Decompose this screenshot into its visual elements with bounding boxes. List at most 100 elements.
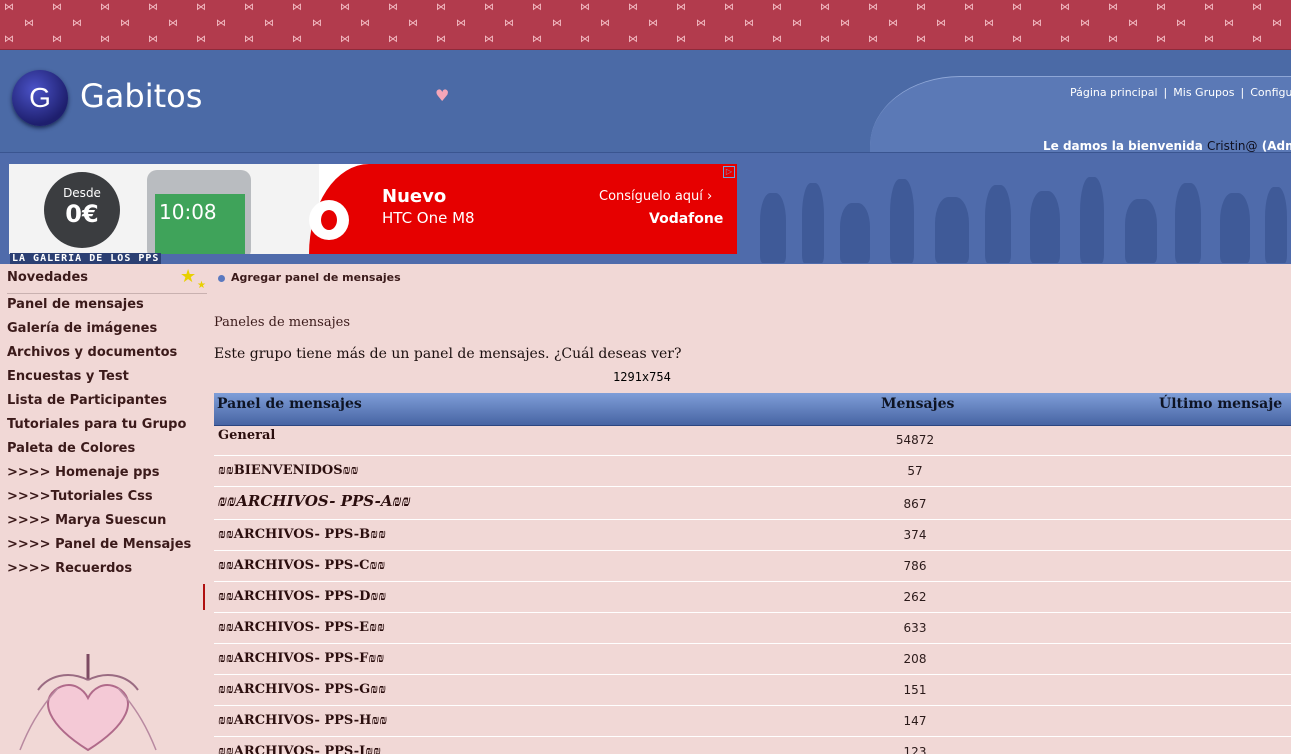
board-name-link[interactable]: ₪₪ARCHIVOS- PPS-C₪₪	[218, 557, 385, 573]
sidebar-item-galeria[interactable]: Galería de imágenes	[7, 321, 157, 336]
ribbon-bow-icon: ⋈	[120, 18, 130, 29]
table-row[interactable]: ₪₪ARCHIVOS- PPS-B₪₪ 374	[214, 520, 1291, 551]
ad-model: HTC One M8	[382, 209, 475, 227]
sidebar-title-novedades[interactable]: Novedades	[7, 270, 88, 285]
heart-icon: ♥	[435, 86, 450, 105]
ad-red-panel	[309, 164, 737, 254]
ribbon-bow-icon: ⋈	[484, 2, 494, 13]
ribbon-bow-icon: ⋈	[1080, 18, 1090, 29]
table-row[interactable]: ₪₪ARCHIVOS- PPS-F₪₪ 208	[214, 644, 1291, 675]
column-header-board: Panel de mensajes	[217, 396, 362, 412]
advertisement-banner[interactable]: Desde 0€ 10:08 Nuevo HTC One M8 Consígue…	[9, 164, 737, 254]
group-banner: Desde 0€ 10:08 Nuevo HTC One M8 Consígue…	[0, 152, 1291, 264]
ribbon-bow-icon: ⋈	[360, 18, 370, 29]
ribbon-bow-icon: ⋈	[408, 18, 418, 29]
ribbon-bow-icon: ⋈	[436, 2, 446, 13]
adchoices-icon[interactable]: ▷	[723, 166, 735, 178]
sidebar-item-marya[interactable]: >>>> Marya Suescun	[7, 513, 166, 528]
ribbon-bow-icon: ⋈	[1108, 2, 1118, 13]
ribbon-bow-icon: ⋈	[628, 2, 638, 13]
ribbon-bow-icon: ⋈	[1252, 2, 1262, 13]
ribbon-bow-icon: ⋈	[148, 2, 158, 13]
nav-separator: |	[1163, 86, 1168, 99]
ribbon-bow-icon: ⋈	[1156, 2, 1166, 13]
board-name-link[interactable]: ₪₪ARCHIVOS- PPS-D₪₪	[218, 588, 386, 604]
add-board-label: Agregar panel de mensajes	[231, 271, 401, 284]
phone-screen: 10:08	[155, 194, 245, 254]
ribbon-bow-icon: ⋈	[868, 2, 878, 13]
ribbon-bow-icon: ⋈	[724, 2, 734, 13]
ribbon-bow-icon: ⋈	[744, 18, 754, 29]
ribbon-bow-icon: ⋈	[580, 2, 590, 13]
message-count: 786	[903, 559, 927, 573]
ribbon-bow-icon: ⋈	[696, 18, 706, 29]
ribbon-bow-icon: ⋈	[820, 2, 830, 13]
vodafone-logo-mark	[321, 210, 337, 230]
ribbon-bow-icon: ⋈	[1012, 2, 1022, 13]
board-name-link[interactable]: General	[218, 428, 275, 443]
top-navigation: Página principal | Mis Grupos | Configuraci	[1070, 86, 1291, 99]
table-row[interactable]: ₪₪ARCHIVOS- PPS-E₪₪ 633	[214, 613, 1291, 644]
board-name-link[interactable]: ₪₪ARCHIVOS- PPS-I₪₪	[218, 743, 381, 754]
ad-headline: Nuevo	[382, 186, 447, 207]
ribbon-bow-icon: ⋈	[792, 18, 802, 29]
top-ribbon-pattern: ⋈ ⋈ ⋈ ⋈ ⋈ ⋈ ⋈ ⋈ ⋈ ⋈ ⋈ ⋈ ⋈ ⋈ ⋈ ⋈ ⋈ ⋈ ⋈ ⋈ ⋈ ⋈ ⋈ ⋈ ⋈ ⋈ ⋈ ⋈ ⋈ ⋈ ⋈ ⋈ ⋈ ⋈ ⋈ ⋈ ⋈ ⋈ ⋈ ⋈…	[0, 0, 1291, 50]
ribbon-bow-icon: ⋈	[628, 34, 638, 45]
ribbon-bow-icon: ⋈	[100, 34, 110, 45]
sidebar-item-participantes[interactable]: Lista de Participantes	[7, 393, 167, 408]
table-row[interactable]: ₪₪ARCHIVOS- PPS-I₪₪ 123	[214, 737, 1291, 754]
table-row[interactable]: ₪₪BIENVENIDOS₪₪ 57	[214, 456, 1291, 487]
sidebar-item-archivos[interactable]: Archivos y documentos	[7, 345, 177, 360]
ribbon-bow-icon: ⋈	[1108, 34, 1118, 45]
sidebar: Novedades ★ ★ Panel de mensajes Galería …	[0, 264, 210, 754]
ribbon-bow-icon: ⋈	[1012, 34, 1022, 45]
welcome-suffix: (Adm	[1261, 139, 1291, 152]
ribbon-bow-icon: ⋈	[552, 18, 562, 29]
nav-my-groups-link[interactable]: Mis Grupos	[1173, 86, 1234, 99]
sidebar-item-encuestas[interactable]: Encuestas y Test	[7, 369, 129, 384]
ad-cta-link[interactable]: Consíguelo aquí ›	[599, 189, 712, 204]
sidebar-item-tutoriales-css[interactable]: >>>>Tutoriales Css	[7, 489, 153, 504]
board-name-link[interactable]: ₪₪ARCHIVOS- PPS-F₪₪	[218, 650, 384, 666]
ribbon-bow-icon: ⋈	[772, 2, 782, 13]
ribbon-bow-icon: ⋈	[1224, 18, 1234, 29]
table-row[interactable]: General 54872	[214, 426, 1291, 456]
table-row[interactable]: ₪₪ARCHIVOS- PPS-D₪₪ 262	[214, 582, 1291, 613]
board-name-link[interactable]: ₪₪ARCHIVOS- PPS-B₪₪	[218, 526, 386, 542]
sidebar-item-recuerdos[interactable]: >>>> Recuerdos	[7, 561, 132, 576]
ribbon-bow-icon: ⋈	[340, 2, 350, 13]
sidebar-item-panel-mensajes[interactable]: Panel de mensajes	[7, 297, 144, 312]
sidebar-item-homenaje[interactable]: >>>> Homenaje pps	[7, 465, 159, 480]
board-name-link[interactable]: ₪₪BIENVENIDOS₪₪	[218, 462, 358, 478]
table-row[interactable]: ₪₪ARCHIVOS- PPS-G₪₪ 151	[214, 675, 1291, 706]
board-name-link[interactable]: ₪₪ARCHIVOS- PPS-E₪₪	[218, 619, 385, 635]
ribbon-bow-icon: ⋈	[648, 18, 658, 29]
board-name-link[interactable]: ₪₪ARCHIVOS- PPS-A₪₪	[218, 492, 411, 511]
ribbon-bow-icon: ⋈	[484, 34, 494, 45]
nav-home-link[interactable]: Página principal	[1070, 86, 1158, 99]
table-row[interactable]: ₪₪ARCHIVOS- PPS-C₪₪ 786	[214, 551, 1291, 582]
ribbon-bow-icon: ⋈	[1204, 2, 1214, 13]
sidebar-item-tutoriales-grupo[interactable]: Tutoriales para tu Grupo	[7, 417, 186, 432]
ribbon-bow-icon: ⋈	[984, 18, 994, 29]
sidebar-item-panel-mensajes-2[interactable]: >>>> Panel de Mensajes	[7, 537, 191, 552]
board-name-link[interactable]: ₪₪ARCHIVOS- PPS-G₪₪	[218, 681, 386, 697]
welcome-user-link[interactable]: Cristin@	[1207, 139, 1258, 152]
ribbon-bow-icon: ⋈	[580, 34, 590, 45]
table-row[interactable]: ₪₪ARCHIVOS- PPS-A₪₪ 867	[214, 487, 1291, 520]
ribbon-bow-icon: ⋈	[52, 34, 62, 45]
nav-settings-link[interactable]: Configuraci	[1250, 86, 1291, 99]
ad-advertiser: Vodafone	[649, 211, 724, 227]
ribbon-bow-icon: ⋈	[1156, 34, 1166, 45]
ribbon-bow-icon: ⋈	[936, 18, 946, 29]
dancers-silhouette-decoration	[740, 167, 1291, 263]
board-name-link[interactable]: ₪₪ARCHIVOS- PPS-H₪₪	[218, 712, 387, 728]
main-content: Agregar panel de mensajes Paneles de men…	[210, 264, 1291, 754]
ribbon-bow-icon: ⋈	[724, 34, 734, 45]
table-row[interactable]: ₪₪ARCHIVOS- PPS-H₪₪ 147	[214, 706, 1291, 737]
sidebar-item-paleta[interactable]: Paleta de Colores	[7, 441, 135, 456]
brand-name[interactable]: Gabitos	[80, 77, 202, 115]
ribbon-bow-icon: ⋈	[292, 34, 302, 45]
ad-badge-small: Desde	[63, 186, 101, 200]
add-board-link[interactable]: Agregar panel de mensajes	[218, 271, 401, 284]
